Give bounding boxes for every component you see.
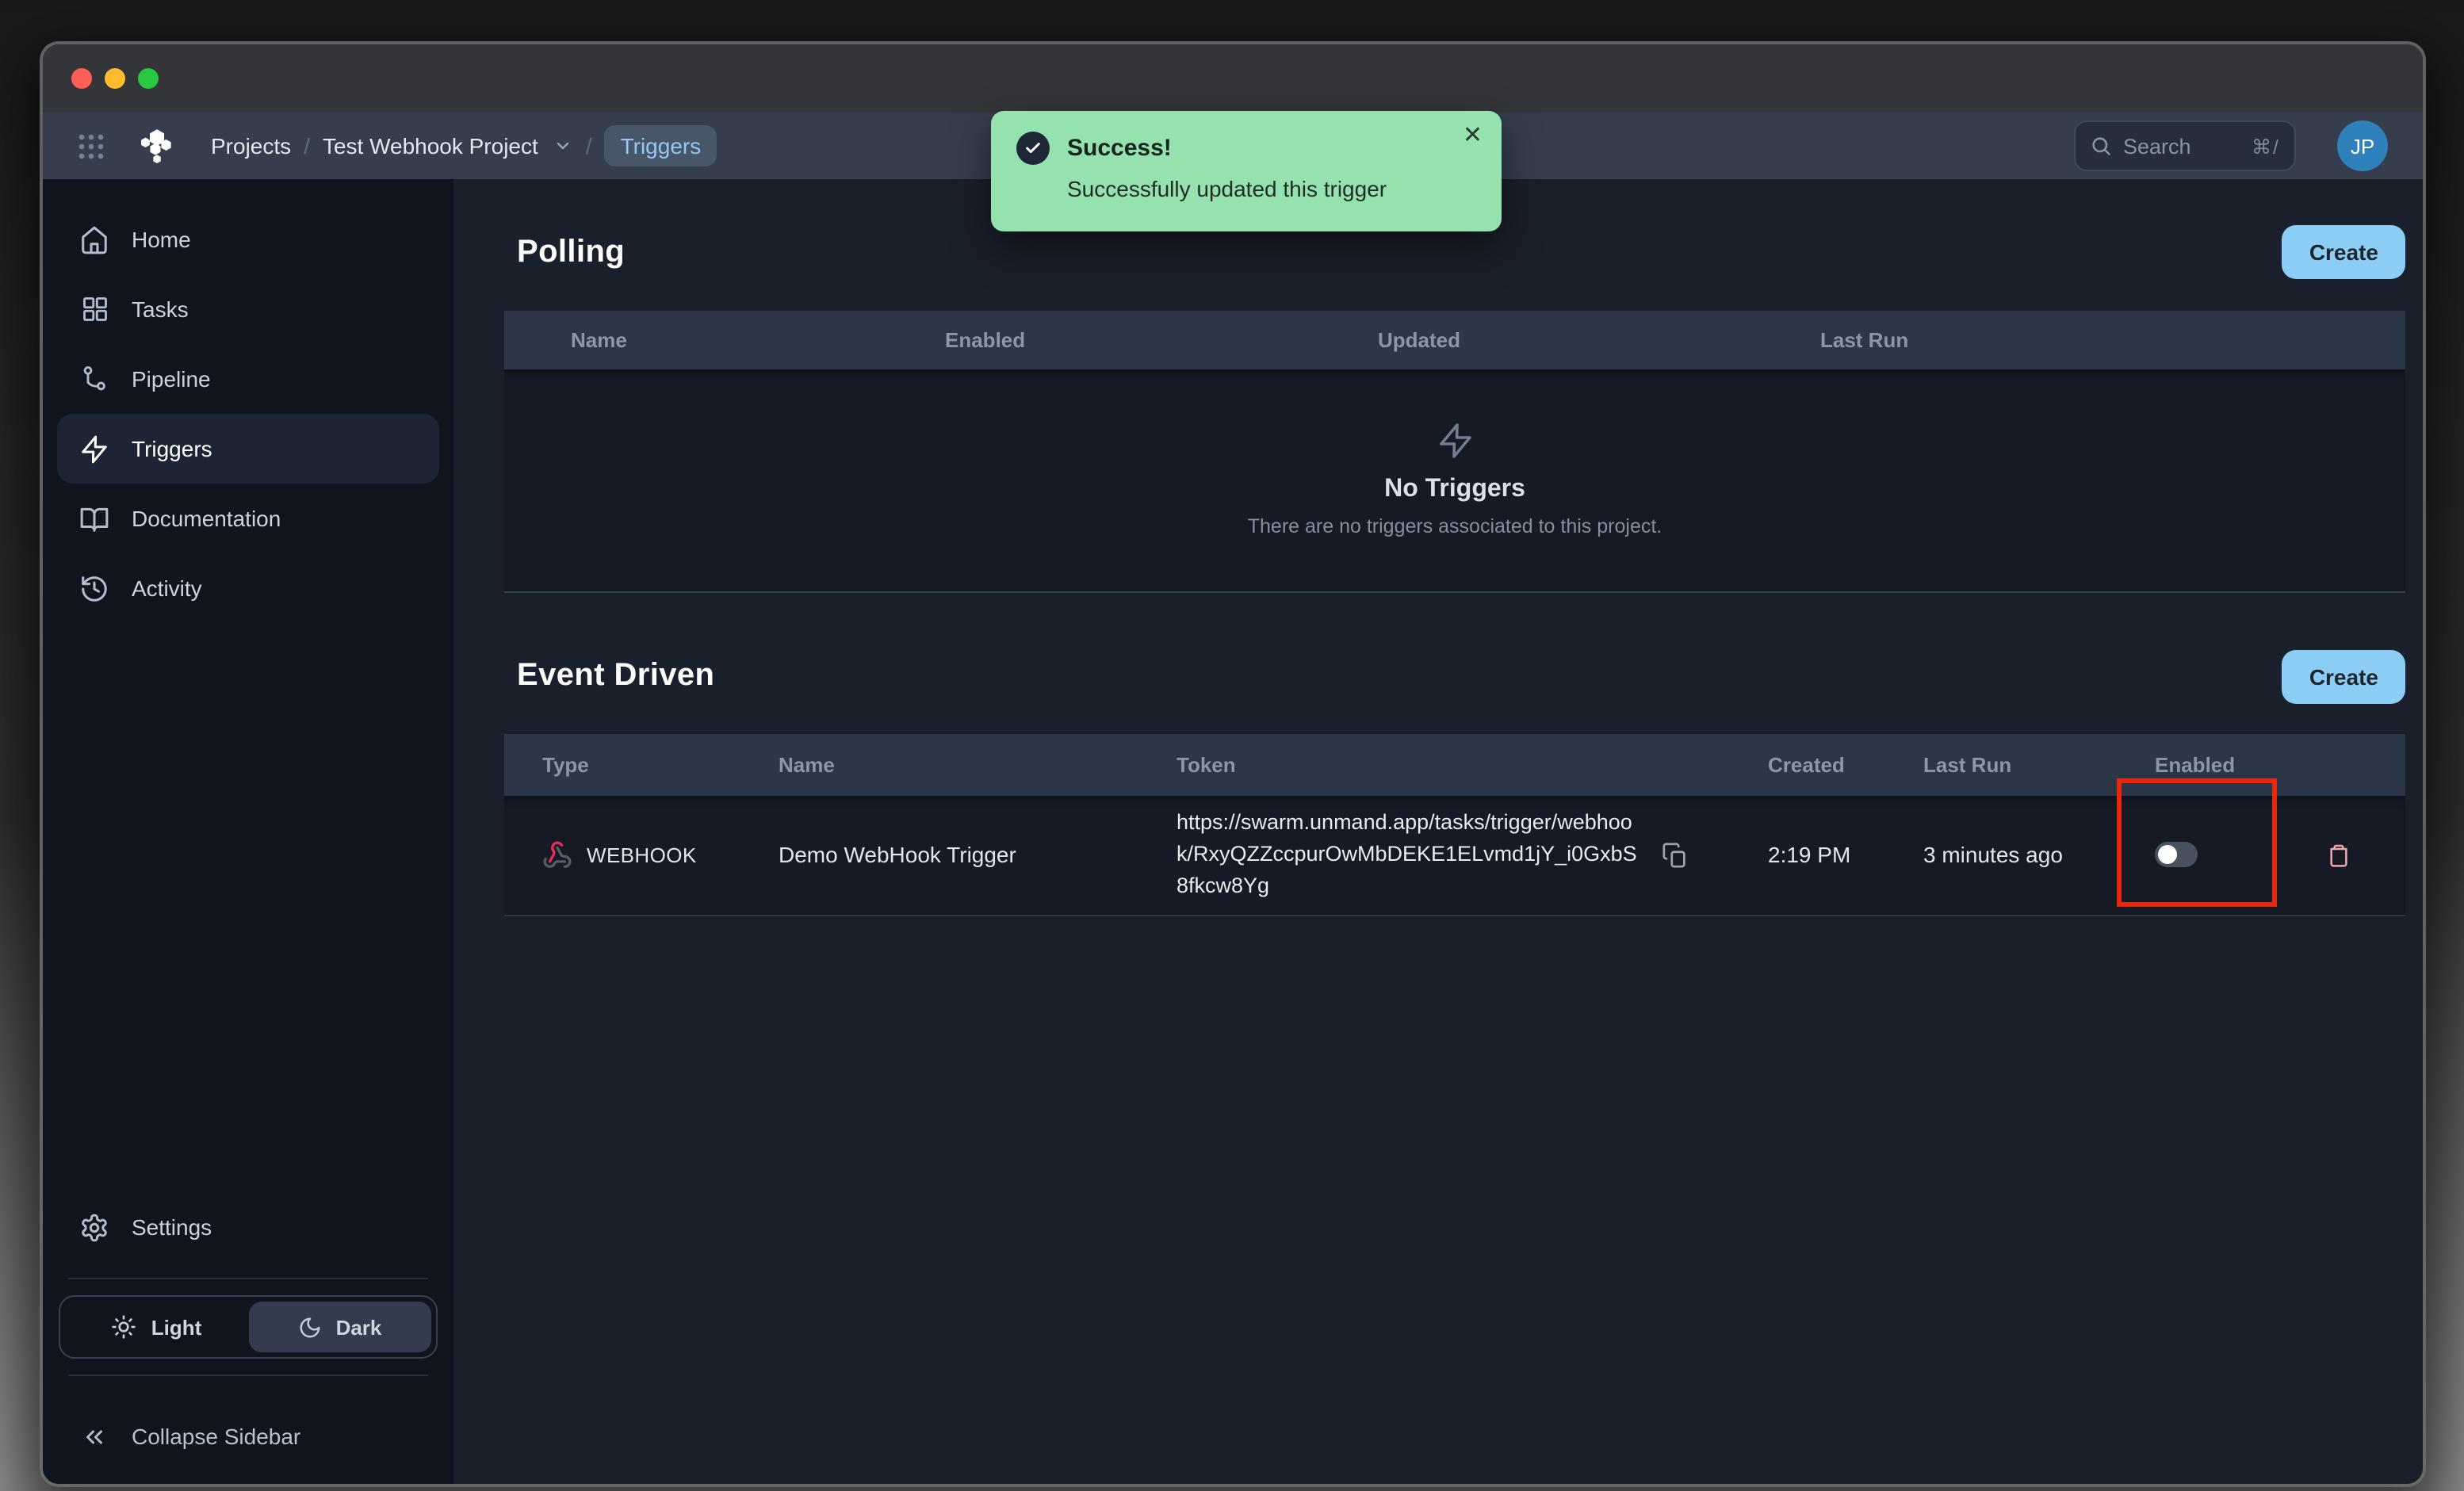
event-driven-table: Type Name Token Created Last Run Enabled — [504, 733, 2405, 916]
sun-icon — [112, 1314, 137, 1340]
polling-empty-state: No Triggers There are no triggers associ… — [504, 369, 2405, 592]
lightning-icon — [79, 434, 109, 464]
gear-icon — [79, 1212, 109, 1242]
history-clock-icon — [79, 573, 109, 603]
sidebar-item-label: Home — [132, 227, 191, 252]
breadcrumb-separator: / — [304, 133, 310, 159]
toast-title: Success! — [1067, 135, 1172, 162]
trigger-type: WEBHOOK — [587, 843, 697, 867]
breadcrumb-project-name[interactable]: Test Webhook Project — [323, 133, 538, 159]
collapse-sidebar-button[interactable]: Collapse Sidebar — [57, 1401, 439, 1471]
home-icon — [79, 224, 109, 254]
window-titlebar — [43, 44, 2423, 113]
breadcrumb-separator: / — [585, 133, 592, 159]
sidebar-divider — [68, 1374, 428, 1376]
theme-dark-label: Dark — [335, 1315, 382, 1339]
check-circle-icon — [1016, 132, 1050, 165]
delete-trigger-icon[interactable] — [2326, 842, 2405, 869]
theme-toggle: Light Dark — [59, 1295, 438, 1359]
sidebar-item-settings[interactable]: Settings — [57, 1192, 439, 1262]
polling-create-button[interactable]: Create — [2282, 225, 2405, 279]
sidebar-divider — [68, 1278, 428, 1279]
no-triggers-title: No Triggers — [1384, 476, 1525, 503]
copy-icon[interactable] — [1662, 842, 1689, 869]
trigger-created: 2:19 PM — [1768, 842, 1851, 868]
traffic-lights — [71, 68, 159, 89]
theme-light-label: Light — [151, 1315, 202, 1339]
breadcrumb-projects[interactable]: Projects — [211, 133, 291, 159]
polling-column-updated: Updated — [1378, 328, 1460, 352]
polling-column-lastrun: Last Run — [1820, 328, 1909, 352]
sidebar-item-label: Documentation — [132, 506, 281, 531]
trigger-last-run: 3 minutes ago — [1923, 842, 2063, 868]
search-box[interactable]: ⌘/ — [2074, 120, 2296, 171]
trigger-table-row: WEBHOOK Demo WebHook Trigger https://swa… — [504, 795, 2405, 916]
sidebar-item-documentation[interactable]: Documentation — [57, 484, 439, 553]
polling-column-name: Name — [571, 328, 627, 352]
event-column-name: Name — [779, 752, 835, 776]
sidebar-item-activity[interactable]: Activity — [57, 553, 439, 623]
sidebar-item-label: Pipeline — [132, 366, 211, 392]
no-triggers-message: There are no triggers associated to this… — [1247, 515, 1662, 538]
sidebar-item-label: Activity — [132, 575, 202, 601]
event-driven-create-button[interactable]: Create — [2282, 649, 2405, 703]
sidebar-item-home[interactable]: Home — [57, 205, 439, 274]
pipeline-icon — [79, 365, 109, 393]
enabled-toggle[interactable] — [2155, 842, 2198, 868]
search-input[interactable] — [2123, 134, 2241, 158]
collapse-sidebar-label: Collapse Sidebar — [132, 1424, 301, 1449]
avatar[interactable]: JP — [2337, 120, 2388, 171]
success-toast: Success! Successfully updated this trigg… — [991, 111, 1502, 231]
theme-dark-button[interactable]: Dark — [248, 1302, 431, 1352]
sidebar-item-triggers[interactable]: Triggers — [57, 414, 439, 484]
app-window: Projects / Test Webhook Project / Trigge… — [43, 44, 2423, 1484]
event-driven-section-title: Event Driven — [517, 658, 715, 693]
trigger-name: Demo WebHook Trigger — [779, 842, 1016, 868]
sidebar-item-label: Triggers — [132, 436, 212, 461]
theme-light-button[interactable]: Light — [65, 1302, 248, 1352]
breadcrumb: Projects / Test Webhook Project / Trigge… — [211, 125, 717, 166]
polling-section-title: Polling — [517, 234, 626, 269]
search-shortcut: ⌘/ — [2252, 136, 2280, 158]
polling-table: Name Enabled Updated Last Run No Trigger… — [504, 311, 2405, 592]
moon-icon — [298, 1315, 322, 1339]
sidebar-item-tasks[interactable]: Tasks — [57, 274, 439, 344]
tasks-grid-icon — [79, 295, 109, 323]
main-content: Polling Create Name Enabled Updated Last… — [453, 179, 2423, 1484]
minimize-window-button[interactable] — [105, 68, 125, 89]
webhook-icon — [542, 840, 572, 870]
sidebar: Home Tasks Pipeline Triggers Documentati… — [43, 179, 453, 1484]
event-column-lastrun: Last Run — [1923, 752, 2012, 776]
chevrons-left-icon — [79, 1423, 109, 1450]
sidebar-item-pipeline[interactable]: Pipeline — [57, 344, 439, 414]
book-open-icon — [79, 503, 109, 533]
close-icon[interactable]: ✕ — [1463, 124, 1483, 147]
chevron-down-icon[interactable] — [554, 136, 573, 155]
swarm-logo-icon[interactable] — [136, 126, 176, 166]
trigger-token: https://swarm.unmand.app/tasks/trigger/w… — [1177, 810, 1637, 898]
zoom-window-button[interactable] — [138, 68, 159, 89]
sidebar-item-label: Settings — [132, 1214, 212, 1240]
event-column-token: Token — [1177, 752, 1236, 776]
toast-message: Successfully updated this trigger — [1067, 176, 1387, 201]
lightning-empty-icon — [1436, 422, 1474, 461]
breadcrumb-current-triggers[interactable]: Triggers — [604, 125, 717, 166]
sidebar-item-label: Tasks — [132, 296, 189, 322]
search-icon — [2090, 135, 2112, 157]
event-column-created: Created — [1768, 752, 1845, 776]
event-column-type: Type — [542, 752, 589, 776]
app-grid-icon[interactable] — [78, 132, 105, 159]
close-window-button[interactable] — [71, 68, 92, 89]
screenshot-stage: Projects / Test Webhook Project / Trigge… — [0, 0, 2464, 1491]
event-column-enabled: Enabled — [2155, 752, 2236, 776]
polling-column-enabled: Enabled — [945, 328, 1026, 352]
